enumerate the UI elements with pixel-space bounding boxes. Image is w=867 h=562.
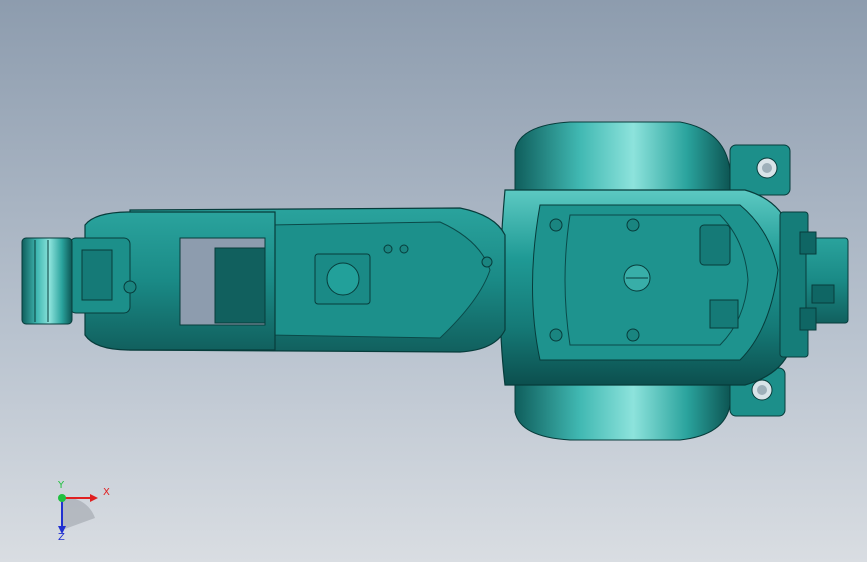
x-axis-label: X — [103, 487, 110, 498]
small-bolt-b — [399, 244, 409, 254]
lower-motor-housing — [514, 384, 731, 441]
triad-shadow — [62, 497, 95, 530]
elbow-pin — [481, 256, 493, 268]
upper-motor-housing — [514, 121, 731, 201]
y-axis-label: Y — [58, 480, 65, 491]
bolt-2 — [549, 328, 563, 342]
access-cover-cap — [326, 262, 360, 296]
cable-gland-bottom — [799, 307, 817, 331]
bolt-1 — [549, 218, 563, 232]
wrist-block — [81, 249, 113, 301]
bolt-3 — [626, 218, 640, 232]
yoke-inner-link — [214, 247, 266, 324]
mount-hole-top-inner — [762, 163, 772, 173]
terminal-block — [709, 299, 739, 329]
bolt-4 — [626, 328, 640, 342]
tool-flange — [21, 237, 73, 325]
axis-triad: X Y Z — [40, 478, 120, 548]
connector-port — [811, 284, 835, 304]
cable-gland-top — [799, 231, 817, 255]
small-bolt-a — [383, 244, 393, 254]
shoulder-plate — [532, 204, 779, 361]
wrist-bolt — [123, 280, 137, 294]
encoder-cover — [699, 224, 731, 266]
x-axis-arrow — [90, 494, 98, 502]
z-axis-label: Z — [58, 532, 65, 543]
3d-viewport[interactable]: X Y Z — [0, 0, 867, 562]
y-axis-dot — [58, 494, 66, 502]
mount-hole-bottom-inner — [757, 385, 767, 395]
upper-arm-taper — [269, 221, 491, 339]
robot-arm-model[interactable] — [0, 0, 867, 562]
